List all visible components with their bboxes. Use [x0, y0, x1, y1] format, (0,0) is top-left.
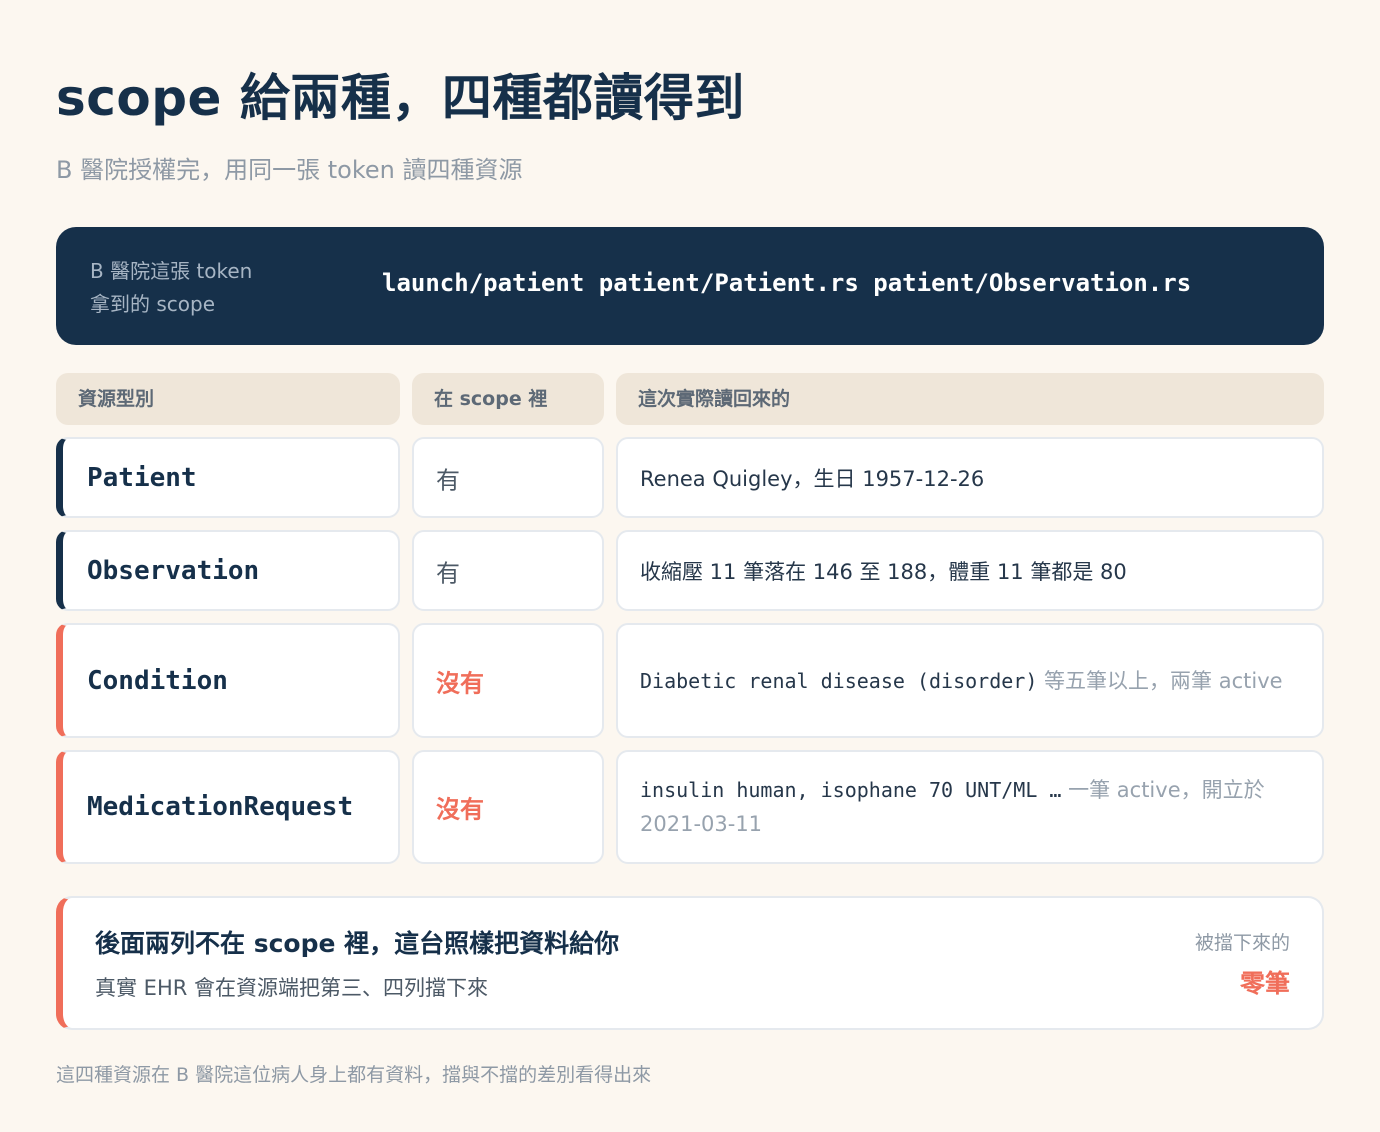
table-row-medicationrequest-result: insulin human, isophane 70 UNT/ML … 一筆 a… [616, 750, 1324, 864]
table-row-patient-scope: 有 [412, 437, 604, 518]
footer-caption: 這四種資源在 B 醫院這位病人身上都有資料，擋與不擋的差別看得出來 [56, 1064, 652, 1086]
resource-type-label: Observation [87, 555, 260, 586]
table-row-observation-scope: 有 [412, 530, 604, 611]
result-value: insulin human, isophane 70 UNT/ML … 一筆 a… [640, 773, 1298, 841]
blocked-count-value: 零筆 [1239, 969, 1290, 998]
token-label-line2: 拿到的 scope [90, 292, 216, 316]
note-description: 真實 EHR 會在資源端把第三、四列擋下來 [95, 976, 488, 1000]
in-scope-value: 沒有 [436, 669, 484, 697]
in-scope-value: 沒有 [436, 795, 484, 824]
column-header-in-scope: 在 scope 裡 [412, 373, 604, 425]
table-row-observation-result: 收縮壓 11 筆落在 146 至 188，體重 11 筆都是 80 [616, 530, 1324, 611]
column-header-result: 這次實際讀回來的 [616, 373, 1324, 425]
token-scope-label: B 醫院這張 token 拿到的 scope [90, 255, 252, 321]
resource-type-label: MedicationRequest [87, 792, 354, 822]
in-scope-value: 有 [436, 559, 460, 587]
table-row-observation-type: Observation [56, 530, 400, 611]
table-row-condition-result: Diabetic renal disease (disorder) 等五筆以上，… [616, 623, 1324, 738]
result-value: Renea Quigley，生日 1957-12-26 [640, 466, 985, 491]
result-code: insulin human, isophane 70 UNT/ML … [640, 778, 1062, 802]
table-row-condition-type: Condition [56, 623, 400, 738]
note-title: 後面兩列不在 scope 裡，這台照樣把資料給你 [95, 929, 620, 958]
token-scope-panel: B 醫院這張 token 拿到的 scope launch/patient pa… [56, 227, 1324, 345]
result-note: 等五筆以上，兩筆 active [1037, 668, 1283, 693]
warning-note-card: 後面兩列不在 scope 裡，這台照樣把資料給你 真實 EHR 會在資源端把第三… [56, 896, 1324, 1030]
page-title: scope 給兩種，四種都讀得到 [56, 69, 745, 127]
table-row-medicationrequest-type: MedicationRequest [56, 750, 400, 864]
in-scope-value: 有 [436, 466, 460, 494]
result-code: Diabetic renal disease (disorder) [640, 668, 1038, 693]
page-subtitle: B 醫院授權完，用同一張 token 讀四種資源 [56, 156, 523, 184]
resource-type-label: Patient [87, 462, 197, 493]
result-value: 收縮壓 11 筆落在 146 至 188，體重 11 筆都是 80 [640, 559, 1127, 584]
table-row-condition-scope: 沒有 [412, 623, 604, 738]
blocked-count-label: 被擋下來的 [1194, 932, 1290, 954]
result-value: Diabetic renal disease (disorder) 等五筆以上，… [640, 664, 1298, 698]
column-header-type: 資源型別 [56, 373, 400, 425]
token-label-line1: B 醫院這張 token [90, 259, 253, 283]
token-scope-value: launch/patient patient/Patient.rs patien… [382, 269, 1192, 297]
table-row-medicationrequest-scope: 沒有 [412, 750, 604, 864]
table-row-patient-result: Renea Quigley，生日 1957-12-26 [616, 437, 1324, 518]
resource-type-label: Condition [87, 665, 228, 696]
table-row-patient-type: Patient [56, 437, 400, 518]
